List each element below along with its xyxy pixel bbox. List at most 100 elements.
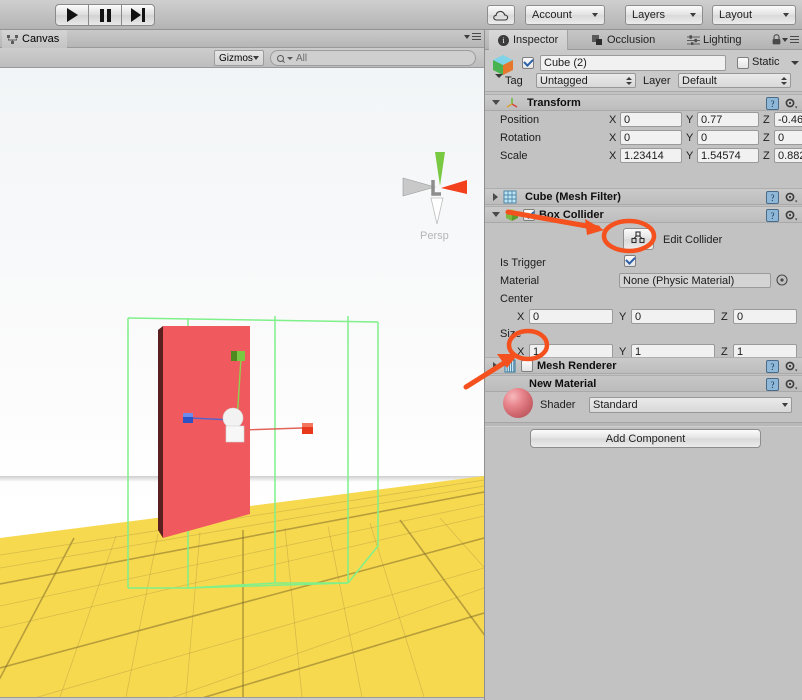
- foldout-closed-icon[interactable]: [493, 361, 498, 370]
- tab-lighting[interactable]: Lighting: [678, 30, 751, 50]
- position-x-input[interactable]: 0: [620, 112, 682, 127]
- shader-dropdown[interactable]: Standard: [589, 397, 792, 413]
- tab-canvas[interactable]: Canvas: [2, 30, 68, 48]
- help-icon[interactable]: ?: [766, 191, 779, 204]
- cloud-button[interactable]: [487, 5, 515, 25]
- layout-dropdown[interactable]: Layout: [712, 5, 796, 25]
- edit-collider-button[interactable]: [623, 228, 654, 250]
- scene-tab-menu-button[interactable]: [464, 33, 481, 40]
- projection-mode-label[interactable]: Persp: [420, 230, 449, 242]
- chevron-down-icon: [592, 13, 598, 17]
- game-object-icon-dropdown[interactable]: [495, 74, 503, 78]
- center-x-input[interactable]: 0: [529, 309, 613, 324]
- mesh-renderer-enabled-checkbox[interactable]: [521, 359, 533, 372]
- updown-icon: [781, 76, 787, 85]
- position-z-input[interactable]: -0.465: [774, 112, 802, 127]
- scene-orientation-gizmo[interactable]: [393, 146, 481, 241]
- rotation-y-value: 0: [701, 131, 708, 144]
- shader-label: Shader: [540, 399, 576, 411]
- scene-viewport[interactable]: Persp: [0, 68, 484, 697]
- play-button[interactable]: [55, 4, 89, 26]
- help-icon[interactable]: ?: [766, 360, 779, 373]
- scale-x-input[interactable]: 1.23414: [620, 148, 682, 163]
- tab-occlusion[interactable]: Occlusion: [583, 30, 664, 50]
- inspector-tab-bar: i Inspector Occlusion Lighting: [485, 30, 802, 50]
- component-header-box-collider[interactable]: Box Collider ?: [485, 206, 802, 223]
- material-fields: Shader Standard: [485, 388, 802, 420]
- shader-value: Standard: [593, 399, 638, 411]
- position-x-value: 0: [624, 113, 631, 126]
- chevron-down-icon: [690, 13, 696, 17]
- add-component-button[interactable]: Add Component: [530, 429, 761, 448]
- scale-z-input[interactable]: 0.88211: [774, 148, 802, 163]
- gear-icon[interactable]: [784, 191, 798, 204]
- center-z-input[interactable]: 0: [733, 309, 797, 324]
- help-icon[interactable]: ?: [766, 378, 779, 391]
- gizmos-dropdown[interactable]: Gizmos: [214, 50, 264, 66]
- foldout-open-icon[interactable]: [492, 212, 500, 217]
- step-button[interactable]: [121, 4, 155, 26]
- transform-fields: Position X 0 Y 0.77 Z -0.465 Rotation X …: [485, 111, 802, 168]
- component-header-mesh-filter[interactable]: Cube (Mesh Filter) ?: [485, 188, 802, 205]
- tag-value: Untagged: [540, 74, 588, 87]
- layers-dropdown[interactable]: Layers: [625, 5, 703, 25]
- tab-inspector[interactable]: i Inspector: [489, 30, 569, 50]
- rotation-label: Rotation: [500, 132, 541, 144]
- step-icon: [131, 8, 145, 22]
- component-header-transform[interactable]: Transform ?: [485, 94, 802, 111]
- scale-y-label: Y: [686, 150, 694, 162]
- layout-label: Layout: [719, 9, 753, 21]
- scale-x-value: 1.23414: [624, 149, 664, 162]
- gear-icon[interactable]: [784, 97, 798, 110]
- position-y-label: Y: [686, 114, 694, 126]
- tag-dropdown[interactable]: Untagged: [536, 73, 636, 88]
- center-y-label: Y: [619, 311, 627, 323]
- edit-collider-label: Edit Collider: [663, 234, 723, 246]
- account-dropdown[interactable]: Account: [525, 5, 605, 25]
- inspector-menu-button[interactable]: [782, 36, 799, 43]
- box-collider-enabled-checkbox[interactable]: [523, 208, 535, 221]
- position-z-label: Z: [763, 114, 770, 126]
- scene-tab-bar: Canvas: [0, 30, 484, 48]
- static-dropdown-icon[interactable]: [791, 61, 799, 65]
- position-y-value: 0.77: [701, 113, 723, 126]
- position-label: Position: [500, 114, 540, 126]
- help-icon[interactable]: ?: [766, 97, 779, 110]
- static-label: Static: [752, 56, 780, 68]
- lighting-icon: [687, 35, 700, 45]
- is-trigger-checkbox[interactable]: [624, 255, 636, 267]
- physic-material-field[interactable]: None (Physic Material): [619, 273, 771, 288]
- scale-y-input[interactable]: 1.54574: [697, 148, 759, 163]
- center-x-value: 0: [533, 310, 540, 323]
- rotation-y-input[interactable]: 0: [697, 130, 759, 145]
- center-y-input[interactable]: 0: [631, 309, 715, 324]
- scene-search-value: All: [296, 52, 308, 64]
- gizmo-axis-negx: [402, 177, 437, 197]
- game-object-enabled-checkbox[interactable]: [522, 57, 534, 69]
- gear-icon[interactable]: [784, 360, 798, 373]
- center-z-value: 0: [737, 310, 744, 323]
- object-picker-icon[interactable]: [776, 274, 788, 289]
- component-name-mesh-renderer: Mesh Renderer: [537, 359, 617, 372]
- pause-button[interactable]: [88, 4, 122, 26]
- foldout-closed-icon[interactable]: [493, 192, 498, 201]
- material-header[interactable]: New Material ?: [485, 375, 802, 392]
- gear-icon[interactable]: [784, 209, 798, 222]
- rotation-x-input[interactable]: 0: [620, 130, 682, 145]
- svg-text:?: ?: [771, 193, 775, 203]
- chevron-down-icon: [464, 34, 470, 39]
- component-header-mesh-renderer[interactable]: Mesh Renderer ?: [485, 357, 802, 374]
- chevron-down-icon: [783, 13, 789, 17]
- position-y-input[interactable]: 0.77: [697, 112, 759, 127]
- static-checkbox[interactable]: [737, 57, 749, 69]
- layer-dropdown[interactable]: Default: [678, 73, 791, 88]
- foldout-open-icon[interactable]: [492, 100, 500, 105]
- lock-icon[interactable]: [772, 34, 781, 45]
- game-object-name-input[interactable]: Cube (2): [540, 55, 726, 71]
- help-icon[interactable]: ?: [766, 209, 779, 222]
- game-object-name-value: Cube (2): [544, 57, 587, 69]
- scene-search-input[interactable]: All: [270, 50, 476, 66]
- rotation-z-input[interactable]: 0: [774, 130, 802, 145]
- svg-text:?: ?: [771, 380, 775, 390]
- gear-icon[interactable]: [784, 378, 798, 391]
